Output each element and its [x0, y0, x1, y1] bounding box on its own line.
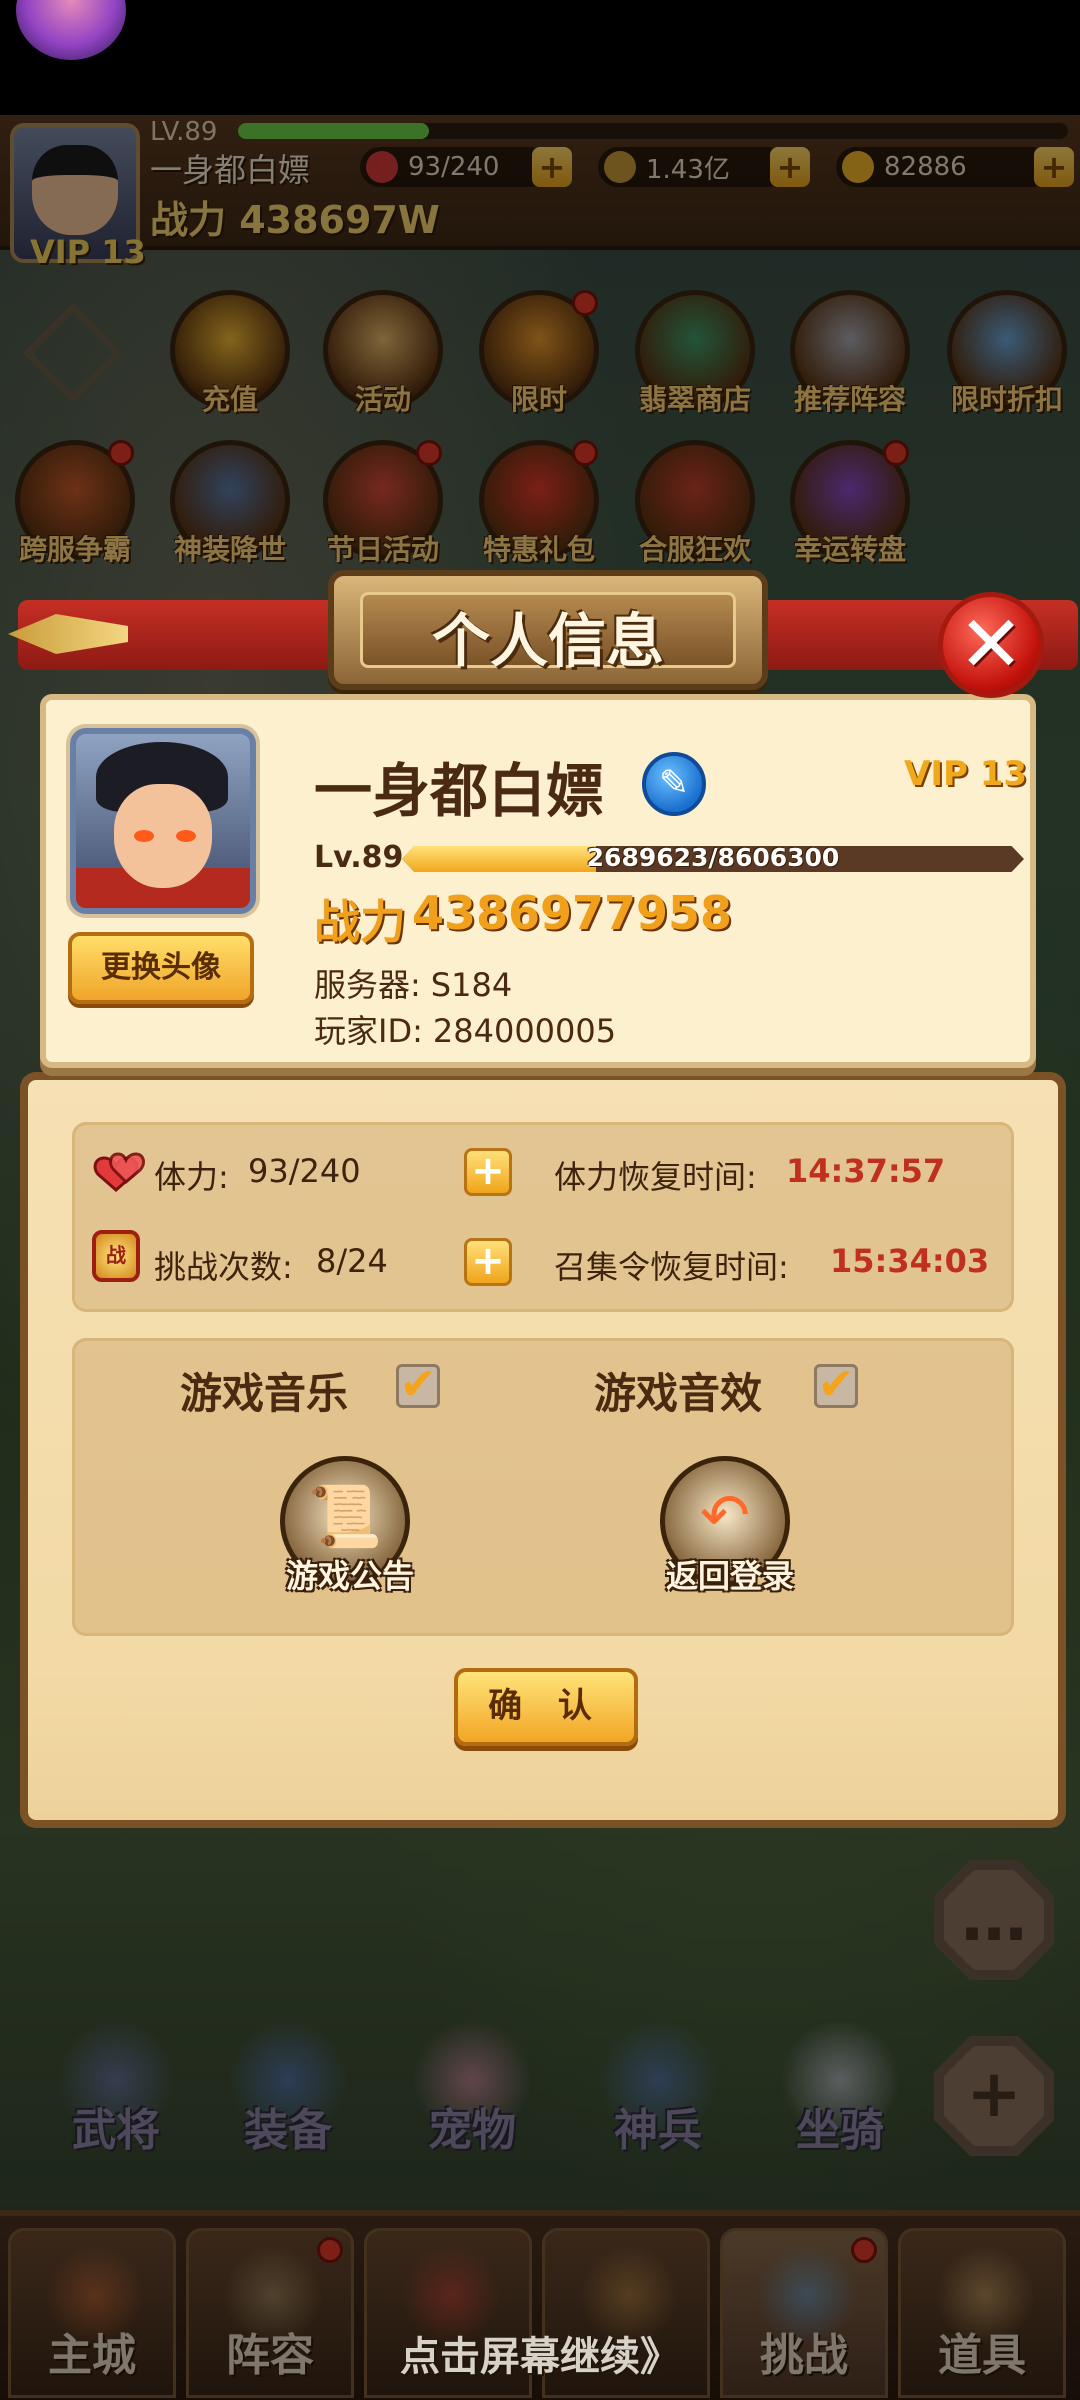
sfx-label: 游戏音效	[594, 1369, 763, 1418]
back-to-login-button[interactable]: ↶ 返回登录	[660, 1456, 794, 1595]
profile-level: Lv.89	[314, 840, 404, 875]
player-id-label: 玩家ID:	[314, 1012, 423, 1050]
challenge-label: 挑战次数:	[154, 1248, 293, 1286]
music-checkbox[interactable]: ✔	[396, 1363, 440, 1408]
personal-info-dialog: 体力: 93/240 + 体力恢复时间: 14:37:57 战 挑战次数: 8/…	[8, 570, 1078, 1830]
confirm-button[interactable]: 确 认	[454, 1668, 638, 1746]
music-label: 游戏音乐	[180, 1369, 349, 1418]
summon-recover-time: 15:34:03	[830, 1242, 990, 1280]
profile-power-value: 4386977958	[412, 886, 733, 940]
profile-name: 一身都白嫖	[314, 757, 605, 825]
profile-power-label: 战力	[314, 895, 406, 949]
tap-to-continue-hint[interactable]: 点击屏幕继续》	[0, 2324, 1080, 2382]
challenge-badge-icon: 战	[92, 1230, 140, 1282]
game-notice-label: 游戏公告	[285, 1557, 414, 1595]
change-avatar-button[interactable]: 更换头像	[68, 932, 254, 1004]
profile-card: 更换头像 一身都白嫖 ✎ VIP 13 Lv.89 2689623/860630…	[46, 700, 1030, 1062]
profile-exp-text: 2689623/8606300	[586, 843, 840, 872]
stats-box: 体力: 93/240 + 体力恢复时间: 14:37:57 战 挑战次数: 8/…	[72, 1122, 1014, 1312]
dialog-title: 个人信息	[431, 607, 664, 675]
player-id-value: 284000005	[432, 1012, 617, 1050]
sfx-checkbox[interactable]: ✔	[814, 1363, 858, 1408]
challenge-value: 8/24	[316, 1242, 388, 1280]
server-row: 服务器: S184	[314, 960, 512, 1006]
back-to-login-label: 返回登录	[665, 1557, 794, 1595]
stamina-add-button[interactable]: +	[464, 1148, 512, 1196]
game-notice-button[interactable]: 📜 游戏公告	[280, 1456, 414, 1595]
stamina-value: 93/240	[248, 1152, 361, 1190]
status-bar	[0, 0, 1080, 115]
player-id-row: 玩家ID: 284000005	[314, 1006, 616, 1052]
stamina-recover-time: 14:37:57	[786, 1152, 946, 1190]
stamina-recover-label: 体力恢复时间:	[554, 1158, 757, 1196]
stamina-heart-icon	[93, 1152, 145, 1192]
return-arrow-icon: ↶	[699, 1481, 751, 1551]
close-button[interactable]: ✕	[938, 592, 1044, 698]
profile-vip: VIP 13	[904, 754, 1028, 794]
server-value: S184	[430, 966, 513, 1004]
stamina-label: 体力:	[154, 1158, 229, 1196]
server-label: 服务器:	[314, 966, 421, 1004]
dialog-title-plate: 个人信息	[328, 570, 768, 690]
options-box: 游戏音乐 ✔ 游戏音效 ✔ 📜 游戏公告 ↶ 返回登录	[72, 1338, 1014, 1636]
profile-exp-bar: 2689623/8606300	[402, 846, 1024, 872]
challenge-add-button[interactable]: +	[464, 1238, 512, 1286]
star-icon	[16, 0, 126, 60]
scroll-icon: 📜	[307, 1482, 383, 1552]
edit-name-icon[interactable]: ✎	[642, 752, 706, 816]
profile-avatar	[70, 728, 256, 914]
summon-recover-label: 召集令恢复时间:	[554, 1248, 789, 1286]
